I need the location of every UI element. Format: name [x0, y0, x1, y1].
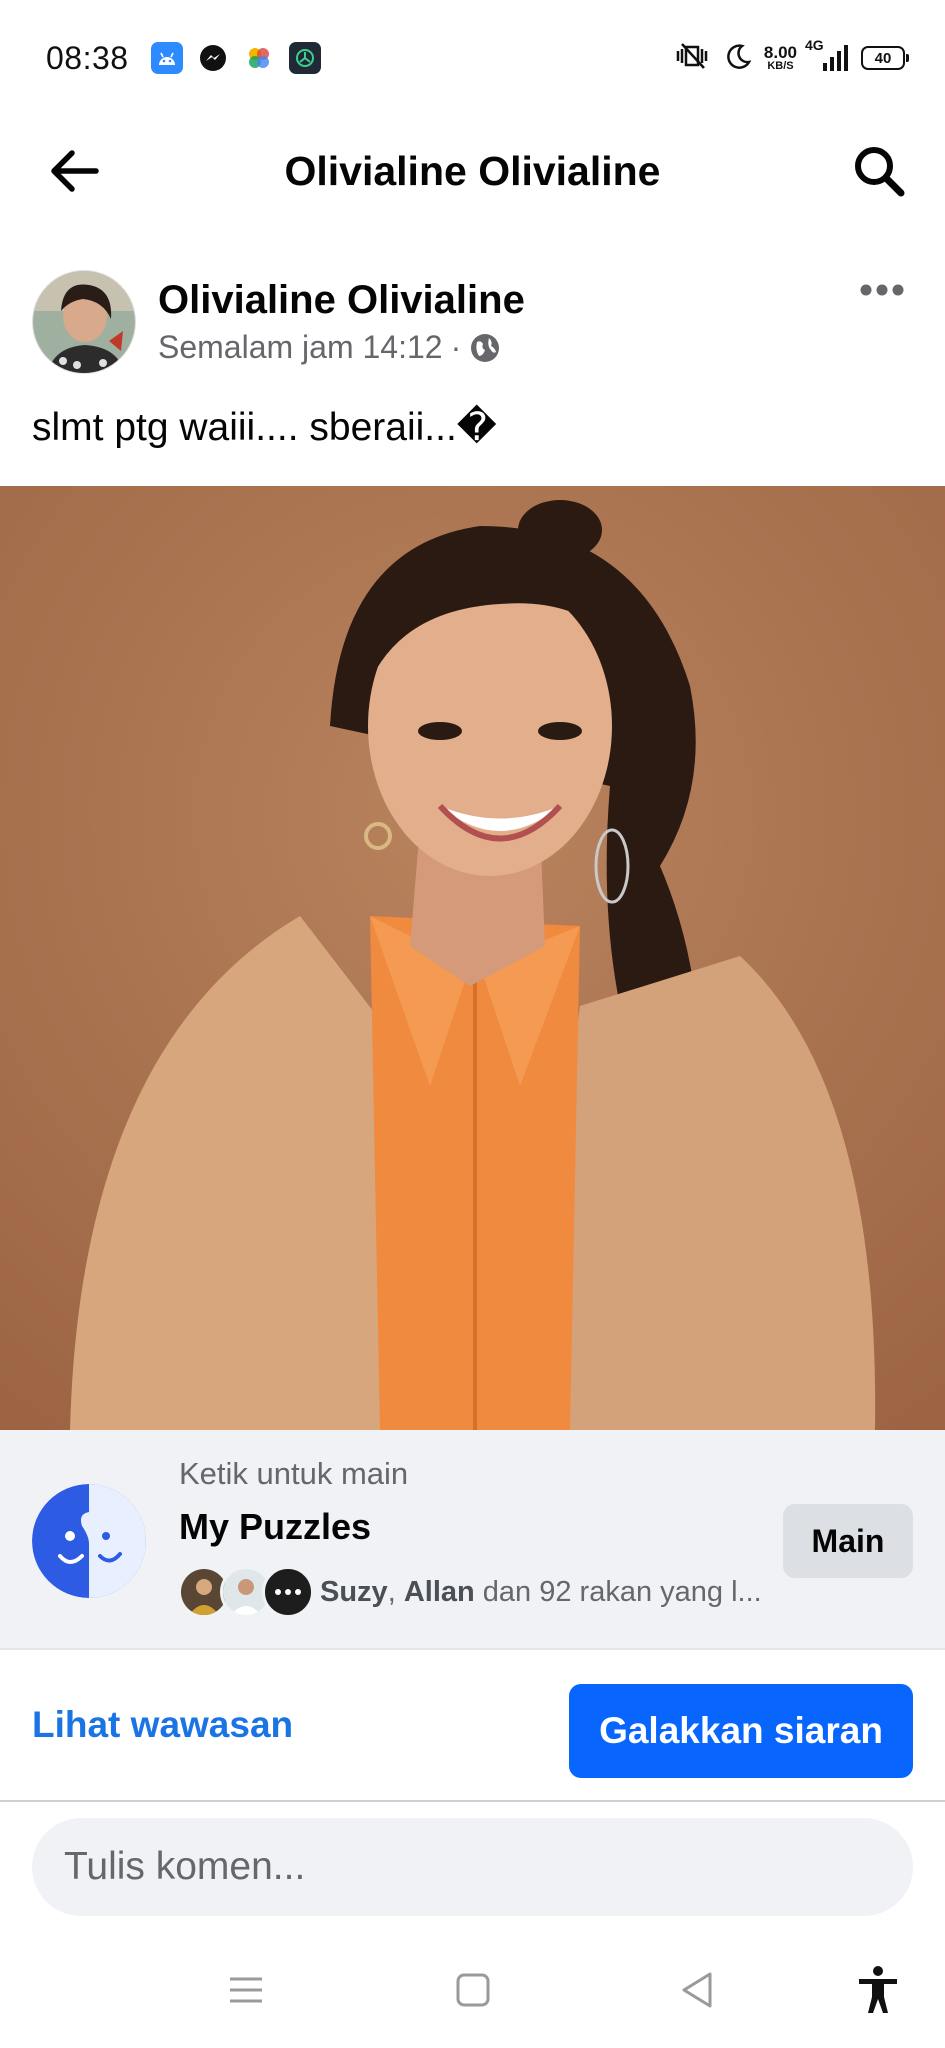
network-type: 4G — [805, 37, 824, 53]
shield-app-icon — [288, 42, 321, 74]
friend-separator: , — [387, 1575, 404, 1608]
friends-rest: dan 92 rakan yang l... — [474, 1575, 762, 1608]
messenger-icon — [197, 42, 229, 74]
status-bar: 08:38 8.00 KB/S 4G 40 — [0, 0, 945, 116]
home-square-icon — [456, 1973, 490, 2007]
friend-name-1: Suzy — [320, 1575, 388, 1608]
system-back-button[interactable] — [667, 1960, 727, 2020]
author-name[interactable]: Olivialine Olivialine — [158, 278, 525, 323]
post-time[interactable]: Semalam jam 14:12 — [158, 329, 443, 366]
post-options-button[interactable] — [852, 270, 912, 310]
page-title: Olivialine Olivialine — [284, 147, 661, 194]
boost-post-button[interactable]: Galakkan siaran — [569, 1684, 913, 1778]
post-meta: Olivialine Olivialine Semalam jam 14:12 … — [158, 278, 525, 366]
search-icon — [855, 147, 905, 197]
author-avatar[interactable] — [32, 270, 136, 374]
meta-separator: · — [450, 329, 462, 365]
status-time: 08:38 — [46, 39, 129, 76]
top-navigation: Olivialine Olivialine — [0, 116, 945, 226]
more-dots-icon — [860, 284, 904, 296]
photos-icon — [243, 42, 275, 74]
more-friends-avatar — [262, 1566, 314, 1618]
android-icon — [150, 42, 183, 74]
back-button[interactable] — [42, 139, 106, 203]
accessibility-icon — [859, 1966, 897, 2013]
net-speed-value: 8.00 — [763, 43, 797, 62]
friends-playing-row: Suzy, Allan dan 92 rakan yang l... — [178, 1566, 762, 1618]
view-insights-link[interactable]: Lihat wawasan — [32, 1704, 293, 1746]
post-actions-row: Lihat wawasan Galakkan siaran — [0, 1652, 945, 1802]
friends-playing-text: Suzy, Allan dan 92 rakan yang l... — [320, 1576, 762, 1609]
back-triangle-icon — [682, 1972, 712, 2008]
accessibility-button[interactable] — [848, 1960, 908, 2020]
signal-icon: 4G — [805, 37, 849, 73]
game-suggestion-card[interactable]: Ketik untuk main My Puzzles Suzy, Allan … — [0, 1430, 945, 1650]
network-speed: 8.00 KB/S — [764, 44, 797, 72]
system-navigation-bar — [0, 1930, 945, 2048]
post-photo[interactable] — [0, 486, 945, 1430]
friend-name-2: Allan — [403, 1575, 475, 1608]
menu-lines-icon — [230, 1977, 262, 2003]
globe-icon — [471, 333, 500, 362]
play-game-button[interactable]: Main — [783, 1504, 913, 1578]
post-header: Olivialine Olivialine Semalam jam 14:12 … — [32, 270, 912, 374]
my-puzzles-game-icon — [32, 1484, 146, 1598]
status-indicators: 8.00 KB/S 4G 40 — [672, 37, 909, 76]
home-button[interactable] — [443, 1960, 503, 2020]
game-title: My Puzzles — [179, 1506, 372, 1547]
do-not-disturb-moon-icon — [724, 42, 752, 75]
back-arrow-icon — [51, 150, 99, 192]
comment-input[interactable]: Tulis komen... — [32, 1818, 913, 1916]
post-text: slmt ptg waiii.... sberaii...� — [32, 406, 497, 449]
net-speed-unit: KB/S — [767, 60, 794, 72]
post-time-row: Semalam jam 14:12 · — [158, 329, 525, 366]
more-dots-icon — [275, 1589, 301, 1595]
recent-apps-button[interactable] — [216, 1960, 276, 2020]
game-subtitle: Ketik untuk main — [179, 1456, 409, 1491]
vibrate-off-icon — [672, 41, 712, 76]
battery-indicator: 40 — [861, 46, 909, 70]
search-button[interactable] — [847, 139, 911, 203]
